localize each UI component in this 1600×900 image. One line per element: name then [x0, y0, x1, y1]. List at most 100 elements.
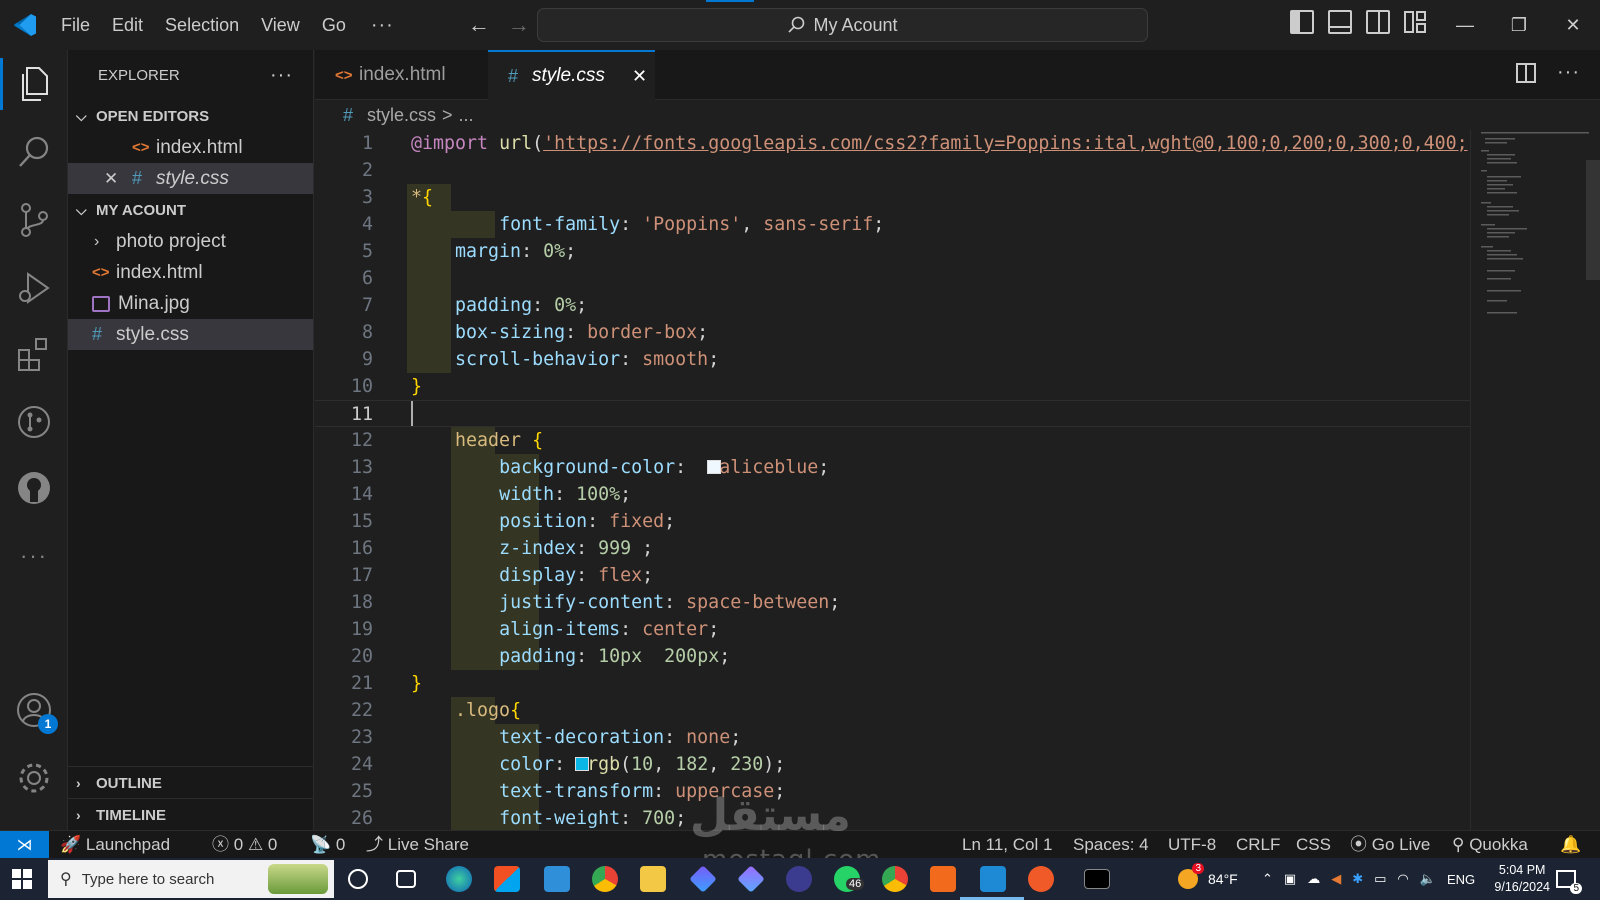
outline-section[interactable]: › OUTLINE	[68, 767, 314, 799]
battery-icon[interactable]: ▭	[1374, 871, 1386, 887]
code-line[interactable]: 11	[315, 400, 1470, 427]
folder-section[interactable]: ⌵ MY ACOUNT	[68, 194, 313, 226]
task-view-icon[interactable]	[396, 870, 416, 888]
cloud-icon[interactable]: ☁	[1307, 871, 1320, 887]
code-line[interactable]: 22 .logo{	[315, 697, 1470, 724]
system-clock[interactable]: 5:04 PM 9/16/2024	[1494, 862, 1550, 896]
color-swatch-aliceblue[interactable]	[706, 460, 721, 474]
split-editor-icon[interactable]	[1515, 62, 1537, 84]
edge-browser-icon[interactable]	[446, 866, 472, 892]
notification-center-icon[interactable]: 5	[1556, 858, 1582, 900]
remote-indicator-icon[interactable]: ⋊	[0, 831, 49, 859]
menu-more-button[interactable]: ···	[357, 0, 408, 50]
code-line[interactable]: 20 padding: 10px 200px;	[315, 643, 1470, 670]
microsoft-store-icon[interactable]	[494, 866, 520, 892]
bluetooth-icon[interactable]: ✱	[1352, 871, 1363, 887]
code-line[interactable]: 10}	[315, 373, 1470, 400]
code-line[interactable]: 8 box-sizing: border-box;	[315, 319, 1470, 346]
tree-file-mina-jpg[interactable]: Mina.jpg	[68, 288, 313, 319]
menu-selection[interactable]: Selection	[154, 0, 250, 50]
code-line[interactable]: 24 color: rgb(10, 182, 230);	[315, 751, 1470, 778]
menu-file[interactable]: File	[50, 0, 101, 50]
cursor-position[interactable]: Ln 11, Col 1	[962, 831, 1052, 859]
close-window-button[interactable]: ✕	[1546, 0, 1600, 50]
taskbar-search[interactable]: ⚲ Type here to search	[48, 860, 334, 898]
language-mode[interactable]: CSS	[1296, 831, 1331, 859]
tab-index-html[interactable]: <> index.html	[315, 50, 487, 100]
quokka-status[interactable]: ⚲ Quokka	[1452, 831, 1528, 859]
tree-folder-photo-project[interactable]: › photo project	[68, 226, 313, 257]
toggle-secondary-sidebar-icon[interactable]	[1366, 10, 1390, 34]
breadcrumb-file[interactable]: style.css	[367, 105, 436, 126]
eol-status[interactable]: CRLF	[1236, 831, 1280, 859]
indentation-status[interactable]: Spaces: 4	[1073, 831, 1149, 859]
code-line[interactable]: 17 display: flex;	[315, 562, 1470, 589]
restore-button[interactable]: ❐	[1492, 0, 1546, 50]
menu-go[interactable]: Go	[311, 0, 357, 50]
code-line[interactable]: 3 *{	[315, 184, 1470, 211]
breadcrumb-symbols[interactable]: ...	[459, 105, 474, 126]
forward-arrow-icon[interactable]: →	[508, 12, 530, 38]
chrome-icon-2[interactable]	[882, 866, 908, 892]
windows-start-icon[interactable]	[12, 869, 32, 889]
code-line[interactable]: 6	[315, 265, 1470, 292]
timeline-section[interactable]: › TIMELINE	[68, 799, 314, 831]
terminal-icon[interactable]	[1084, 869, 1110, 889]
code-line[interactable]: 13 background-color: aliceblue;	[315, 454, 1470, 481]
mail-icon[interactable]	[544, 866, 570, 892]
minimap[interactable]	[1470, 130, 1600, 830]
source-control-icon[interactable]	[14, 200, 54, 240]
tree-file-style-css[interactable]: # style.css	[68, 319, 313, 350]
close-editor-icon[interactable]: ✕	[104, 169, 132, 189]
speaker-app-icon[interactable]: ◀	[1331, 871, 1341, 887]
tree-file-index-html[interactable]: <> index.html	[68, 257, 313, 288]
app-globe-icon[interactable]	[786, 866, 812, 892]
code-line[interactable]: 15 position: fixed;	[315, 508, 1470, 535]
code-line[interactable]: 16 z-index: 999 ;	[315, 535, 1470, 562]
volume-icon[interactable]: 🔈	[1420, 871, 1436, 887]
code-line[interactable]: 14 width: 100%;	[315, 481, 1470, 508]
open-editor-index-html[interactable]: <> index.html	[68, 132, 313, 163]
code-line[interactable]: 7 padding: 0%;	[315, 292, 1470, 319]
device-icon[interactable]: ▣	[1284, 871, 1296, 887]
xampp-icon[interactable]	[930, 866, 956, 892]
code-line[interactable]: 18 justify-content: space-between;	[315, 589, 1470, 616]
vs-app-icon[interactable]	[689, 865, 717, 893]
code-line[interactable]: 12 header {	[315, 427, 1470, 454]
cortana-icon[interactable]	[348, 869, 368, 889]
search-icon[interactable]	[14, 132, 54, 172]
code-line[interactable]: 21}	[315, 670, 1470, 697]
launchpad-status[interactable]: 🚀 Launchpad	[60, 831, 170, 859]
code-line[interactable]: 26 font-weight: 700;	[315, 805, 1470, 830]
chevron-up-icon[interactable]: ⌃	[1262, 871, 1273, 887]
more-views-icon[interactable]: ···	[14, 536, 54, 576]
notifications-bell-icon[interactable]: 🔔	[1560, 831, 1581, 859]
wifi-icon[interactable]: ◠	[1397, 871, 1408, 887]
code-line[interactable]: 2	[315, 157, 1470, 184]
settings-gear-icon[interactable]	[14, 758, 54, 798]
vs-app-icon-2[interactable]	[737, 865, 765, 893]
code-line[interactable]: 1 @import url('https://fonts.googleapis.c…	[315, 130, 1470, 157]
open-editor-style-css[interactable]: ✕ # style.css	[68, 163, 313, 194]
file-explorer-icon[interactable]	[640, 866, 666, 892]
git-graph-icon[interactable]	[14, 402, 54, 442]
code-line[interactable]: 23 text-decoration: none;	[315, 724, 1470, 751]
toggle-panel-icon[interactable]	[1328, 10, 1352, 34]
accounts-icon[interactable]: 1	[14, 690, 58, 734]
code-line[interactable]: 5 margin: 0%;	[315, 238, 1470, 265]
editor-more-actions-button[interactable]: ···	[1557, 62, 1580, 84]
editor-scrollbar[interactable]	[1586, 160, 1600, 280]
toggle-primary-sidebar-icon[interactable]	[1290, 10, 1314, 34]
tab-style-css[interactable]: # style.css ✕	[488, 50, 655, 100]
code-line[interactable]: 19 align-items: center;	[315, 616, 1470, 643]
run-debug-icon[interactable]	[14, 268, 54, 308]
postman-icon[interactable]	[1028, 866, 1054, 892]
problems-status[interactable]: ⓧ 0 ⚠ 0	[212, 831, 277, 859]
weather-widget[interactable]: 3 84°F	[1178, 858, 1238, 900]
go-live-status[interactable]: ⦿ Go Live	[1350, 831, 1430, 859]
minimize-button[interactable]: —	[1438, 0, 1492, 50]
command-center-search[interactable]: My Acount	[537, 8, 1148, 42]
close-tab-icon[interactable]: ✕	[632, 66, 647, 87]
extensions-icon[interactable]	[14, 334, 54, 374]
explorer-files-icon[interactable]	[14, 64, 54, 104]
